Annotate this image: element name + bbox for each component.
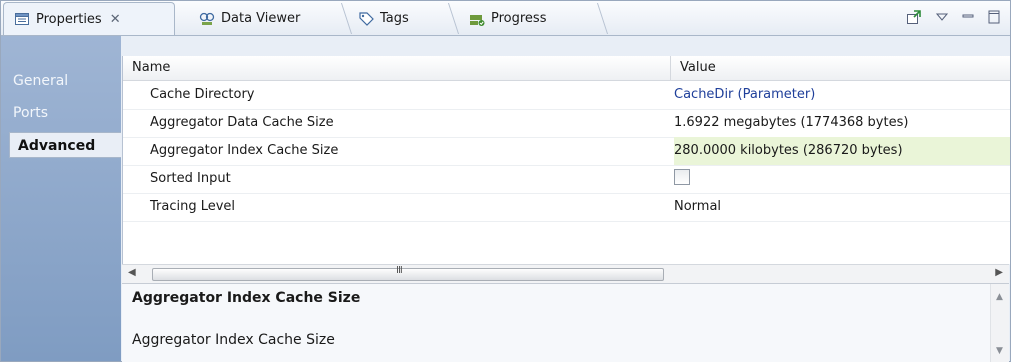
property-name: Tracing Level (150, 199, 236, 214)
property-value[interactable]: Normal (674, 193, 1010, 221)
nav-item-general[interactable]: General (1, 68, 121, 94)
tab-strip: Properties ✕ Data Viewer Tags Progress (1, 1, 1010, 36)
tag-icon (358, 11, 374, 27)
tab-tags-label: Tags (380, 11, 409, 26)
property-value[interactable] (674, 165, 1010, 193)
data-viewer-icon (199, 11, 215, 27)
column-header-name[interactable]: Name (123, 56, 671, 80)
scrollbar-thumb[interactable]: III (152, 265, 664, 281)
property-name: Aggregator Data Cache Size (150, 115, 334, 130)
description-title: Aggregator Index Cache Size (132, 290, 361, 306)
property-name: Cache Directory (150, 87, 255, 102)
scroll-up-icon[interactable]: ▲ (996, 292, 1003, 302)
table-row[interactable]: Aggregator Data Cache Size 1.6922 megaby… (123, 109, 1010, 138)
table-row[interactable]: Cache Directory CacheDir (Parameter) (123, 81, 1010, 110)
tab-properties-label: Properties (36, 11, 102, 27)
vertical-scrollbar[interactable]: ▲ ▼ (990, 284, 1009, 362)
properties-view: Properties ✕ Data Viewer Tags Progress G… (0, 0, 1011, 362)
property-name: Aggregator Index Cache Size (150, 143, 339, 158)
maximize-icon[interactable] (988, 10, 1000, 28)
tab-progress-label: Progress (491, 11, 547, 26)
property-table: Name Value Cache Directory CacheDir (Par… (122, 56, 1010, 264)
scroll-left-icon[interactable]: ◀ (128, 267, 136, 278)
property-name: Sorted Input (150, 171, 231, 186)
nav-item-advanced[interactable]: Advanced (9, 132, 121, 158)
sorted-input-checkbox[interactable] (674, 169, 690, 185)
property-value[interactable]: 1.6922 megabytes (1774368 bytes) (674, 109, 1010, 137)
section-nav: General Ports Advanced (1, 36, 121, 361)
table-row-selected[interactable]: Aggregator Index Cache Size 280.0000 kil… (123, 137, 1010, 166)
table-header: Name Value (123, 56, 1010, 81)
table-row[interactable]: Tracing Level Normal (123, 193, 1010, 222)
nav-item-ports[interactable]: Ports (1, 100, 121, 126)
description-text: Aggregator Index Cache Size (132, 332, 335, 348)
progress-icon (469, 11, 485, 27)
tab-tags[interactable]: Tags (348, 3, 460, 34)
tab-progress[interactable]: Progress (459, 3, 609, 34)
view-toolbar (906, 9, 1000, 29)
properties-icon (14, 11, 30, 27)
property-value[interactable]: 280.0000 kilobytes (286720 bytes) (674, 137, 1010, 165)
view-menu-icon[interactable] (935, 12, 949, 27)
scrollbar-grip: III (396, 265, 403, 276)
tab-data-viewer[interactable]: Data Viewer (189, 3, 353, 34)
minimize-icon[interactable] (962, 12, 974, 27)
property-value[interactable]: CacheDir (Parameter) (674, 81, 1010, 109)
scroll-down-icon[interactable]: ▼ (996, 346, 1003, 356)
column-header-value[interactable]: Value (671, 56, 1010, 80)
tab-data-viewer-label: Data Viewer (221, 11, 301, 26)
tab-properties[interactable]: Properties ✕ (3, 2, 175, 35)
close-icon[interactable]: ✕ (110, 12, 121, 27)
description-pane: Aggregator Index Cache Size Aggregator I… (122, 283, 1009, 362)
pin-editor-icon[interactable] (906, 9, 922, 29)
scroll-right-icon[interactable]: ▶ (995, 267, 1003, 278)
horizontal-scrollbar[interactable]: ◀ III ▶ (122, 264, 1009, 284)
table-row[interactable]: Sorted Input (123, 165, 1010, 194)
